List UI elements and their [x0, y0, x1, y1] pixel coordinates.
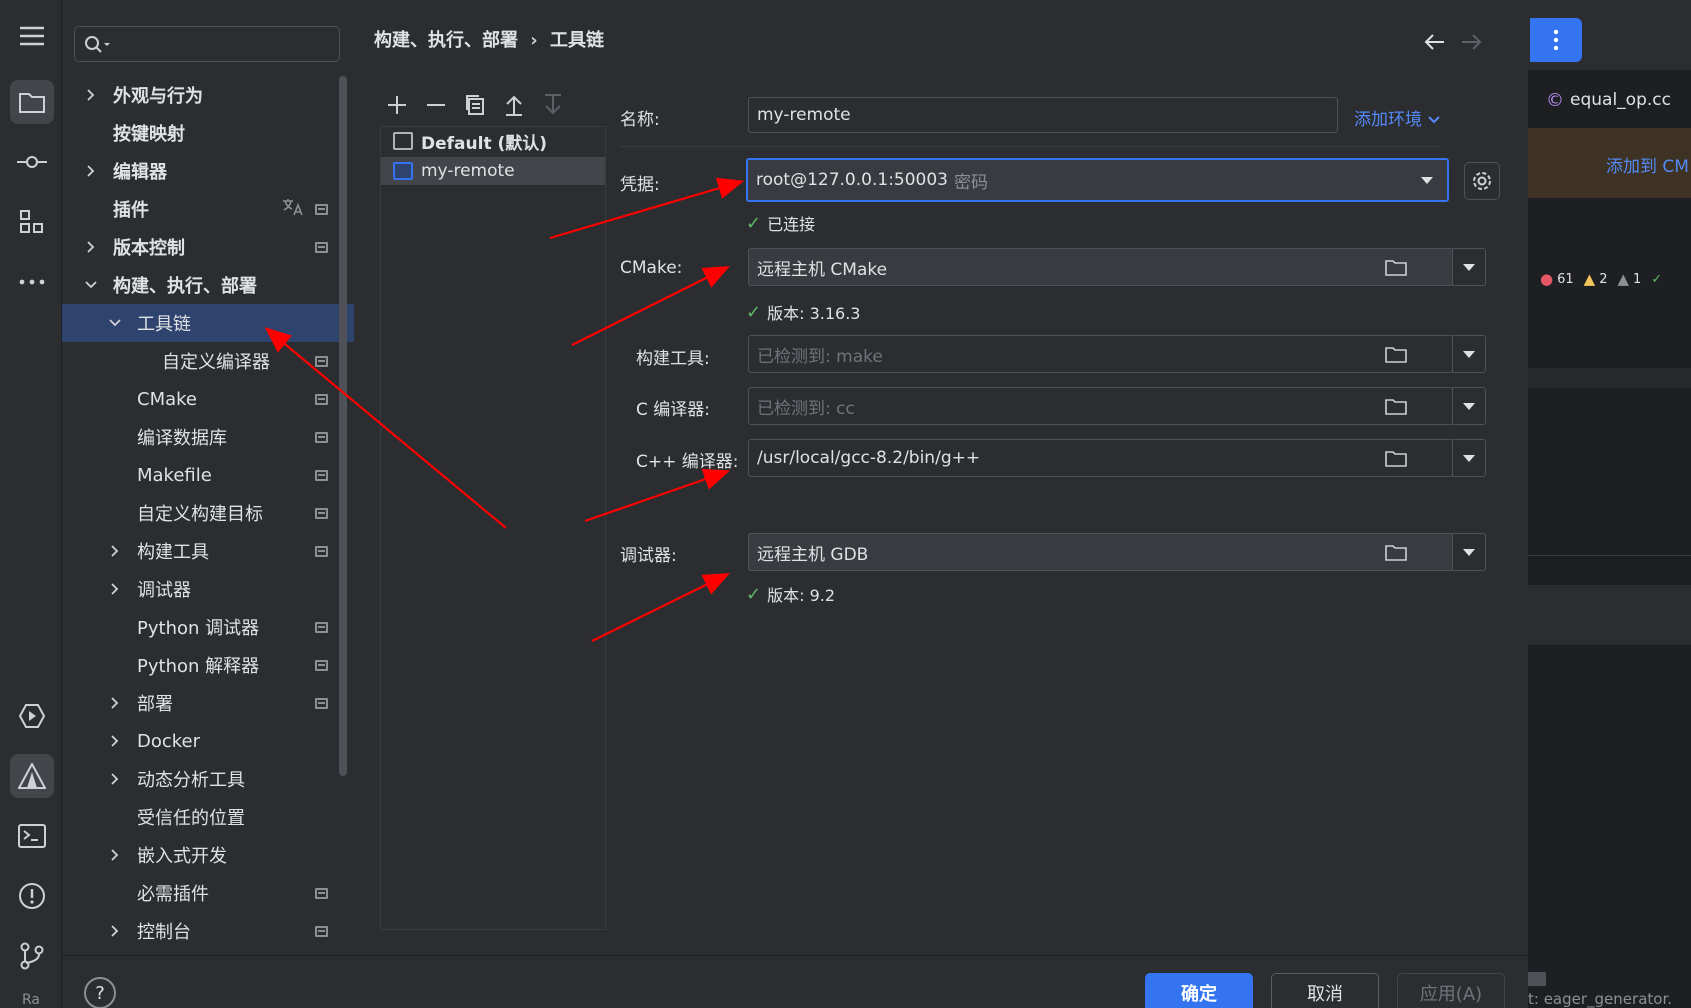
annotation-arrow [571, 266, 730, 346]
annotation-arrow [584, 468, 731, 523]
annotation-arrow [549, 177, 745, 240]
annotation-arrow [591, 573, 730, 642]
annotation-overlay [264, 177, 745, 642]
annotation-arrow [264, 327, 507, 529]
